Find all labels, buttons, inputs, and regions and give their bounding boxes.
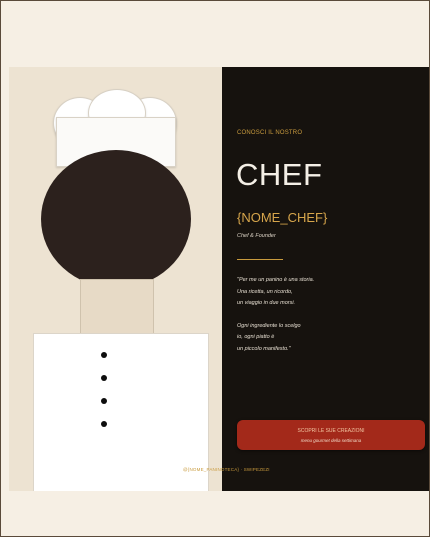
- coat-button-2: [101, 375, 107, 381]
- divider: [237, 259, 283, 260]
- quote-line: un piccolo manifesto.": [237, 345, 291, 352]
- quote-line: io, ogni piatto è: [237, 334, 275, 340]
- chef-slide: CONOSCI IL NOSTRO CHEF {NOME_CHEF} Chef …: [9, 67, 429, 491]
- cta-label: SCOPRI LE SUE CREAZIONI: [297, 428, 365, 434]
- section-kicker: CONOSCI IL NOSTRO: [237, 130, 303, 136]
- chef-head: [41, 150, 191, 288]
- cta-sublabel: menu gourmet della settimana: [300, 438, 362, 443]
- discover-creations-button[interactable]: SCOPRI LE SUE CREAZIONI menu gourmet del…: [237, 420, 425, 450]
- slide-frame: CONOSCI IL NOSTRO CHEF {NOME_CHEF} Chef …: [0, 0, 430, 537]
- footer-handle: @{NOME_PANINOTECA} · SWIPEZEZI: [183, 467, 270, 472]
- quote-line: "Per me un panino è una storia.: [237, 277, 315, 283]
- quote-gap: [237, 310, 417, 321]
- chef-name: {NOME_CHEF}: [237, 210, 328, 225]
- quote-line: Una ricetta, un ricordo,: [237, 288, 293, 295]
- quote-line: un viaggio in due morsi.: [237, 300, 296, 306]
- chef-illustration-panel: [9, 67, 222, 491]
- coat-button-4: [101, 421, 107, 427]
- chef-neck: [80, 279, 154, 337]
- quote-line: Ogni ingrediente lo scelgo: [237, 322, 301, 329]
- chef-quote: "Per me un panino è una storia. Una rice…: [237, 275, 417, 355]
- page-title: CHEF: [236, 157, 323, 192]
- chef-role: Chef & Founder: [237, 233, 276, 239]
- coat-button-3: [101, 398, 107, 404]
- coat-button-1: [101, 352, 107, 358]
